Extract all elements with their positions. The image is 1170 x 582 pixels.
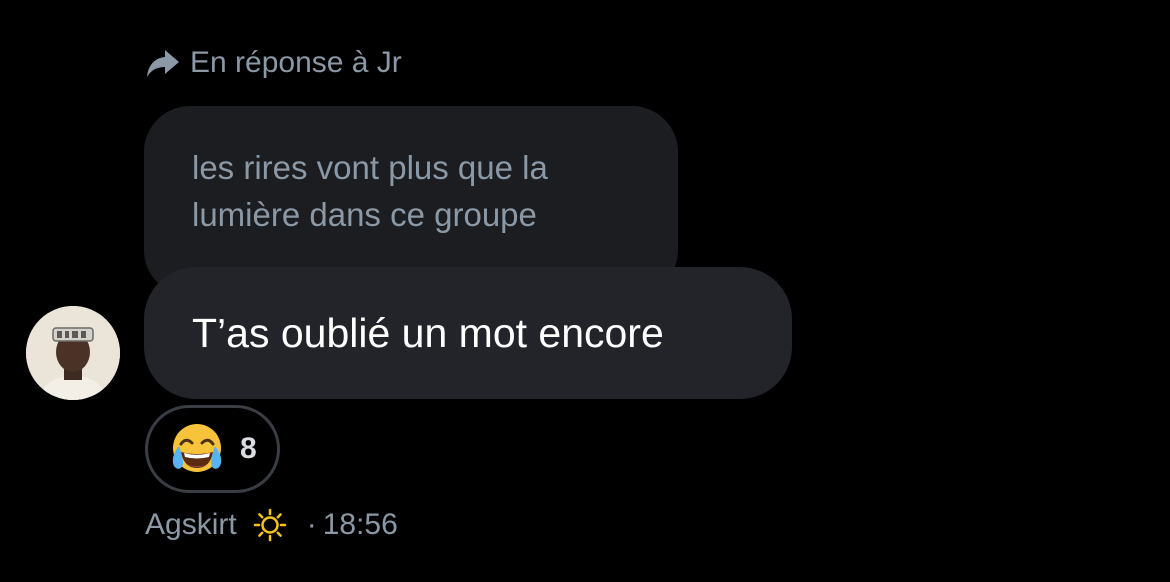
message-bubble[interactable]: T’as oublié un mot encore [144, 267, 792, 399]
reaction-count: 8 [240, 432, 257, 465]
message-meta: Agskirt · 18:56 [145, 505, 398, 545]
avatar[interactable] [26, 306, 120, 400]
reply-context-label: En réponse à Jr [190, 46, 402, 79]
quoted-message-text: les rires vont plus que la lumière dans … [192, 149, 548, 233]
meta-separator: · [306, 508, 317, 541]
reply-arrow-icon [146, 48, 180, 78]
reaction-button[interactable]: 8 [145, 405, 280, 493]
sender-name[interactable]: Agskirt [145, 508, 237, 542]
sun-icon [253, 508, 286, 542]
face-with-tears-of-joy-icon [168, 422, 226, 476]
reply-context[interactable]: En réponse à Jr [146, 42, 402, 84]
message-text: T’as oublié un mot encore [192, 309, 664, 356]
message-time: 18:56 [322, 508, 398, 541]
